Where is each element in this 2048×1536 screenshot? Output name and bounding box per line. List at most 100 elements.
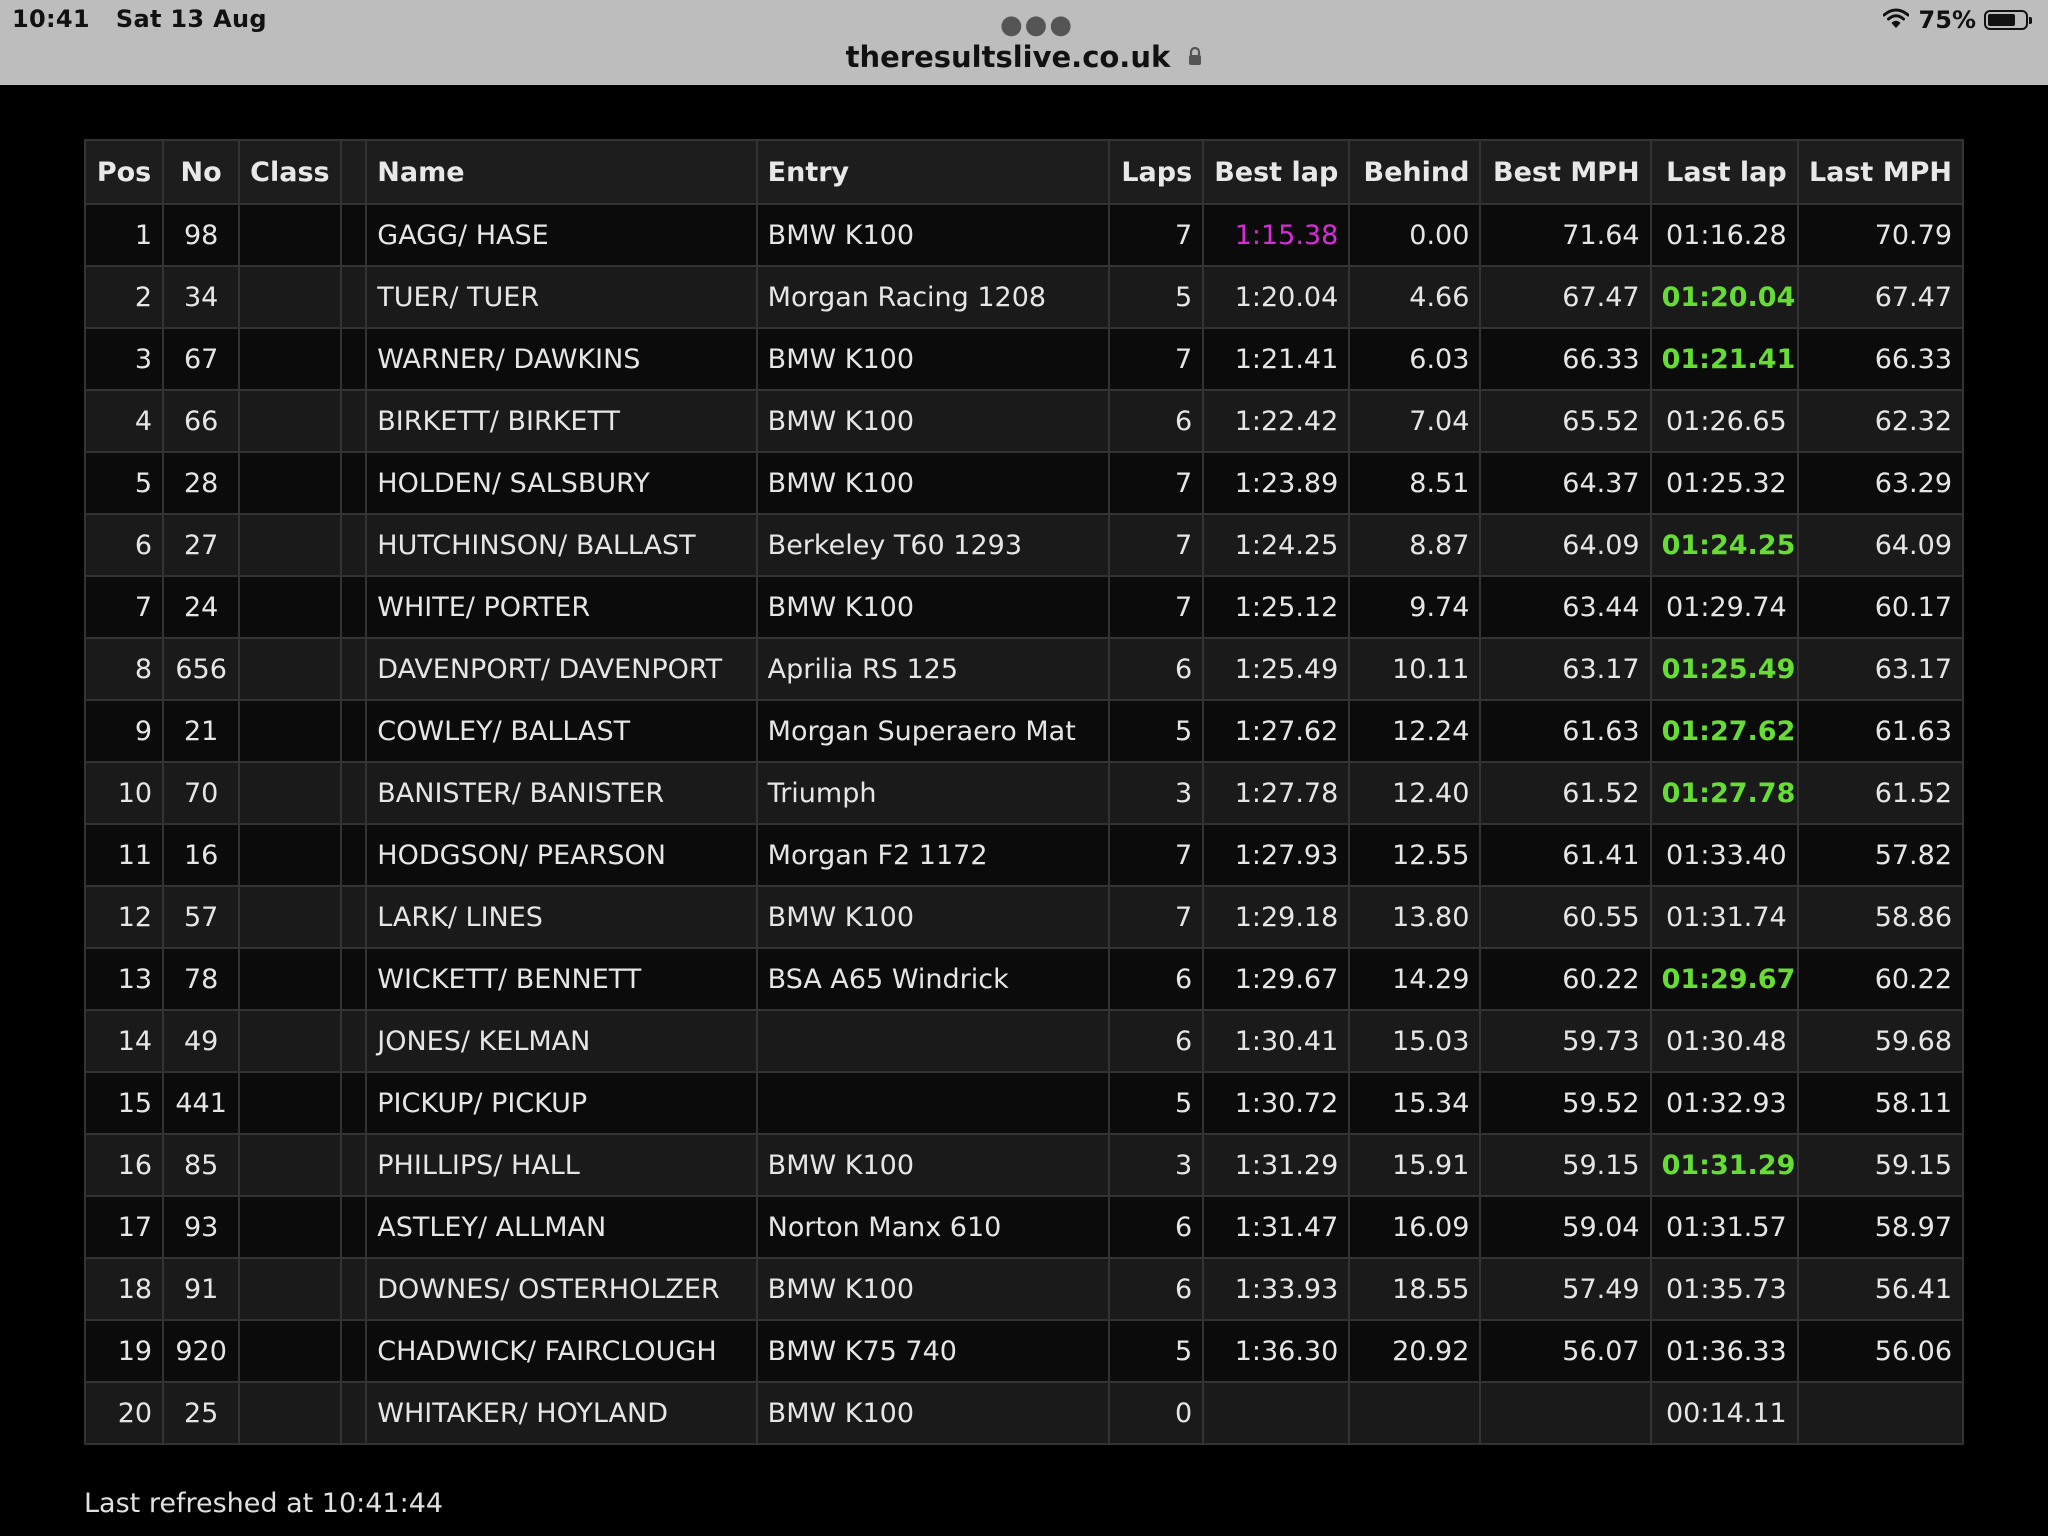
- cell-behind: 8.87: [1348, 513, 1482, 577]
- cell-laps: 6: [1108, 637, 1205, 701]
- cell-class: [238, 1071, 343, 1135]
- cell-behind: 12.24: [1348, 699, 1482, 763]
- cell-no: 98: [162, 203, 241, 267]
- cell-last-mph: 60.22: [1796, 947, 1965, 1011]
- cell-laps: 7: [1108, 885, 1205, 949]
- cell-name: HUTCHINSON/ BALLAST: [365, 513, 758, 577]
- cell-class: [238, 1319, 343, 1383]
- cell-best-lap: 1:27.93: [1202, 823, 1351, 887]
- cell-name: PHILLIPS/ HALL: [365, 1133, 758, 1197]
- table-row: 2 34 TUER/ TUER Morgan Racing 1208 5 1:20.04 4…: [83, 265, 1965, 329]
- table-row: 3 67 WARNER/ DAWKINS BMW K100 7 1:21.41 6.03 66…: [83, 327, 1965, 391]
- url-text: theresultslive.co.uk: [845, 40, 1171, 74]
- cell-best-lap: [1202, 1381, 1351, 1445]
- cell-best-lap: 1:24.25: [1202, 513, 1351, 577]
- cell-blank: [340, 327, 368, 391]
- cell-best-mph: 59.15: [1479, 1133, 1652, 1197]
- cell-behind: 15.91: [1348, 1133, 1482, 1197]
- table-row: 1 98 GAGG/ HASE BMW K100 7 1:15.38 0.00 71.64 01…: [83, 203, 1965, 267]
- cell-behind: 0.00: [1348, 203, 1482, 267]
- cell-last-lap: 01:29.74: [1649, 575, 1799, 639]
- table-row: 19 920 CHADWICK/ FAIRCLOUGH BMW K75 740 5 1:3…: [83, 1319, 1965, 1383]
- cell-last-mph: [1796, 1381, 1965, 1445]
- header-blank: [340, 139, 368, 205]
- cell-blank: [340, 389, 368, 453]
- cell-entry: BMW K100: [755, 885, 1111, 949]
- cell-name: COWLEY/ BALLAST: [365, 699, 758, 763]
- table-row: 18 91 DOWNES/ OSTERHOLZER BMW K100 6 1:33.93 1…: [83, 1257, 1965, 1321]
- cell-blank: [340, 451, 368, 515]
- cell-blank: [340, 1071, 368, 1135]
- cell-entry: Aprilia RS 125: [755, 637, 1111, 701]
- cell-best-mph: 59.52: [1479, 1071, 1652, 1135]
- table-row: 20 25 WHITAKER/ HOYLAND BMW K100 0 00:14.11: [83, 1381, 1965, 1445]
- cell-best-lap: 1:30.41: [1202, 1009, 1351, 1073]
- cell-name: JONES/ KELMAN: [365, 1009, 758, 1073]
- cell-last-lap: 01:31.29: [1649, 1133, 1799, 1197]
- cell-last-mph: 66.33: [1796, 327, 1965, 391]
- cell-best-mph: 57.49: [1479, 1257, 1652, 1321]
- cell-laps: 7: [1108, 327, 1205, 391]
- cell-best-mph: 63.17: [1479, 637, 1652, 701]
- cell-name: WICKETT/ BENNETT: [365, 947, 758, 1011]
- cell-laps: 0: [1108, 1381, 1205, 1445]
- lock-icon: [1188, 39, 1202, 73]
- cell-last-lap: 01:29.67: [1649, 947, 1799, 1011]
- address-bar[interactable]: theresultslive.co.uk: [0, 40, 2048, 74]
- cell-behind: 20.92: [1348, 1319, 1482, 1383]
- cell-best-mph: 61.41: [1479, 823, 1652, 887]
- cell-last-mph: 63.29: [1796, 451, 1965, 515]
- status-bar: 10:41 Sat 13 Aug ●●● theresultslive.co.uk…: [0, 0, 2048, 85]
- cell-best-lap: 1:21.41: [1202, 327, 1351, 391]
- cell-behind: 8.51: [1348, 451, 1482, 515]
- cell-name: CHADWICK/ FAIRCLOUGH: [365, 1319, 758, 1383]
- cell-blank: [340, 885, 368, 949]
- cell-last-lap: 01:26.65: [1649, 389, 1799, 453]
- wifi-icon: [1882, 6, 1910, 34]
- cell-best-lap: 1:22.42: [1202, 389, 1351, 453]
- cell-entry: BMW K100: [755, 327, 1111, 391]
- cell-pos: 7: [83, 575, 165, 639]
- cell-name: HOLDEN/ SALSBURY: [365, 451, 758, 515]
- cell-name: WARNER/ DAWKINS: [365, 327, 758, 391]
- cell-best-lap: 1:27.62: [1202, 699, 1351, 763]
- cell-class: [238, 575, 343, 639]
- cell-name: HODGSON/ PEARSON: [365, 823, 758, 887]
- cell-no: 21: [162, 699, 241, 763]
- cell-laps: 7: [1108, 823, 1205, 887]
- cell-class: [238, 1381, 343, 1445]
- cell-class: [238, 947, 343, 1011]
- cell-blank: [340, 265, 368, 329]
- cell-laps: 5: [1108, 1071, 1205, 1135]
- table-row: 17 93 ASTLEY/ ALLMAN Norton Manx 610 6 1:31.4…: [83, 1195, 1965, 1259]
- table-row: 12 57 LARK/ LINES BMW K100 7 1:29.18 13.80 60.5…: [83, 885, 1965, 949]
- cell-pos: 16: [83, 1133, 165, 1197]
- cell-last-lap: 01:27.62: [1649, 699, 1799, 763]
- cell-blank: [340, 1381, 368, 1445]
- cell-class: [238, 1257, 343, 1321]
- cell-class: [238, 699, 343, 763]
- cell-best-lap: 1:36.30: [1202, 1319, 1351, 1383]
- cell-behind: 15.03: [1348, 1009, 1482, 1073]
- cell-pos: 5: [83, 451, 165, 515]
- cell-best-mph: 71.64: [1479, 203, 1652, 267]
- cell-behind: 9.74: [1348, 575, 1482, 639]
- cell-best-lap: 1:15.38: [1202, 203, 1351, 267]
- cell-last-mph: 59.68: [1796, 1009, 1965, 1073]
- cell-last-mph: 64.09: [1796, 513, 1965, 577]
- cell-last-mph: 59.15: [1796, 1133, 1965, 1197]
- cell-name: DAVENPORT/ DAVENPORT: [365, 637, 758, 701]
- header-entry: Entry: [755, 139, 1111, 205]
- status-time: 10:41: [12, 5, 90, 33]
- cell-best-lap: 1:27.78: [1202, 761, 1351, 825]
- cell-behind: 13.80: [1348, 885, 1482, 949]
- multitasking-dots-icon[interactable]: ●●●: [1000, 10, 1074, 40]
- table-row: 15 441 PICKUP/ PICKUP 5 1:30.72 15.34 59.52 01:…: [83, 1071, 1965, 1135]
- cell-best-lap: 1:23.89: [1202, 451, 1351, 515]
- cell-class: [238, 265, 343, 329]
- cell-best-lap: 1:30.72: [1202, 1071, 1351, 1135]
- cell-class: [238, 1133, 343, 1197]
- cell-entry: BMW K100: [755, 1257, 1111, 1321]
- cell-last-mph: 61.63: [1796, 699, 1965, 763]
- cell-last-lap: 01:31.57: [1649, 1195, 1799, 1259]
